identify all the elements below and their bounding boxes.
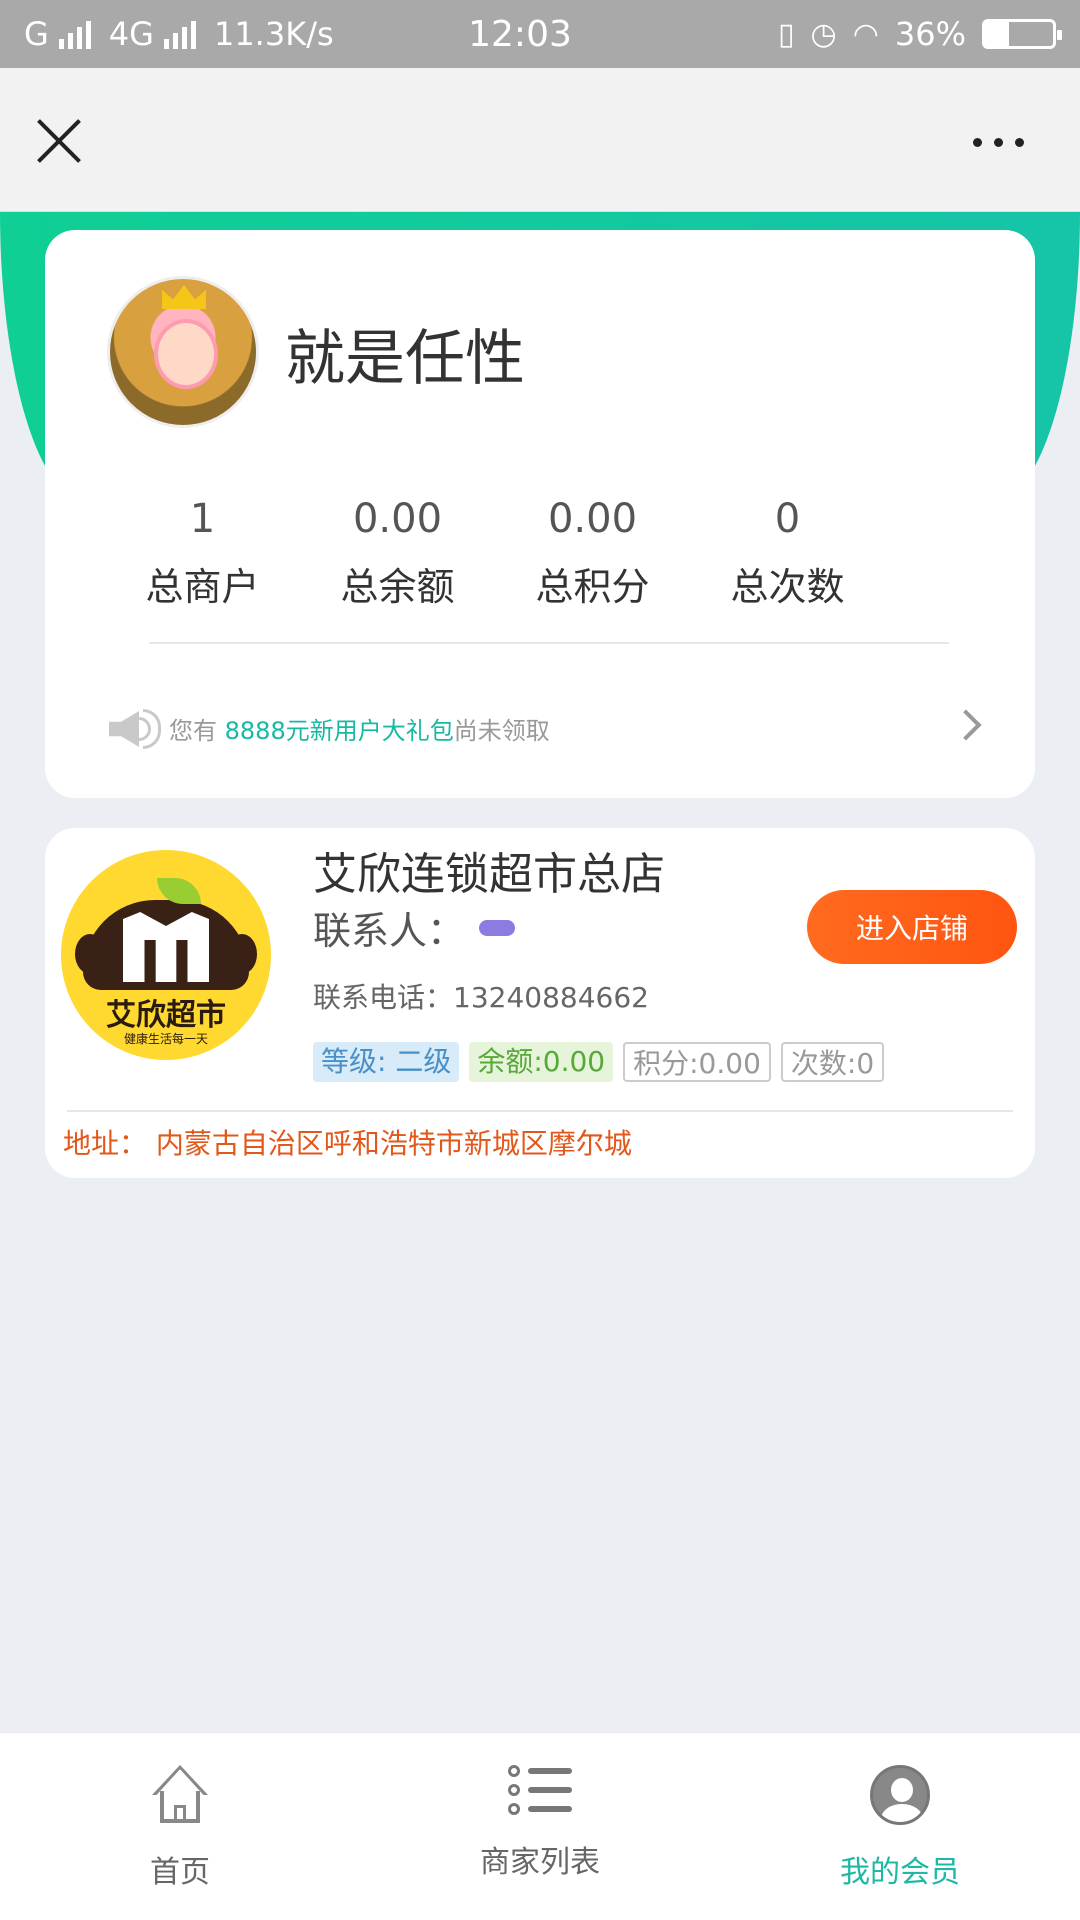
- stat-label: 总余额: [340, 565, 455, 609]
- wifi-icon: ◠: [852, 16, 879, 52]
- more-icon[interactable]: [973, 138, 1024, 147]
- member-tags: 等级: 二级 余额:0.00 积分:0.00 次数:0: [313, 1042, 885, 1082]
- shop-logo[interactable]: 艾欣超市 健康生活每一天: [61, 850, 271, 1060]
- alarm-icon: ◷: [810, 16, 837, 52]
- avatar[interactable]: [107, 276, 259, 428]
- shop-address: 地址： 内蒙古自治区呼和浩特市新城区摩尔城: [63, 1127, 632, 1160]
- bottom-tabbar: 首页 商家列表 我的会员: [0, 1732, 1080, 1920]
- home-icon: [150, 1765, 210, 1825]
- battery-level: 36%: [894, 15, 966, 53]
- speaker-icon: [107, 703, 163, 753]
- stat-value: 1: [189, 496, 216, 542]
- stat-count[interactable]: 0 总次数: [690, 492, 885, 611]
- stat-label: 总商户: [145, 565, 260, 609]
- network-type: 4G: [108, 15, 154, 53]
- notice-text: 您有 8888元新用户大礼包尚未领取: [169, 716, 550, 745]
- profile-card: 就是任性 1 总商户 0.00 总余额 0.00 总积分 0 总次数 您有 88…: [45, 230, 1035, 798]
- tab-label: 我的会员: [840, 1855, 960, 1890]
- divider: [149, 642, 949, 644]
- divider: [67, 1110, 1013, 1112]
- chevron-right-icon[interactable]: [950, 709, 982, 741]
- enter-shop-button[interactable]: 进入店铺: [807, 890, 1017, 964]
- tab-label: 首页: [150, 1855, 210, 1890]
- tab-merchant-list[interactable]: 商家列表: [360, 1733, 720, 1920]
- gift-highlight: 8888元新用户大礼包: [224, 716, 454, 745]
- level-tag: 等级: 二级: [313, 1042, 460, 1082]
- close-icon[interactable]: [36, 118, 82, 164]
- shop-card[interactable]: 艾欣超市 健康生活每一天 艾欣连锁超市总店 联系人： 联系电话：13240884…: [45, 828, 1035, 1178]
- stats-row: 1 总商户 0.00 总余额 0.00 总积分 0 总次数: [105, 492, 885, 611]
- tab-label: 商家列表: [480, 1845, 600, 1880]
- signal-icon-2: [163, 19, 196, 49]
- carrier-label: G: [24, 15, 49, 53]
- stat-points[interactable]: 0.00 总积分: [495, 492, 690, 611]
- stat-merchants[interactable]: 1 总商户: [105, 492, 300, 611]
- shop-name: 艾欣连锁超市总店: [313, 849, 665, 900]
- battery-icon: [982, 19, 1062, 49]
- contact-phone[interactable]: 联系电话：13240884662: [313, 976, 649, 1016]
- list-icon: [508, 1765, 572, 1815]
- tab-home[interactable]: 首页: [0, 1733, 360, 1920]
- tab-my-membership[interactable]: 我的会员: [720, 1733, 1080, 1920]
- stat-label: 总次数: [730, 565, 845, 609]
- status-bar: G 4G 11.3K/s 12:03 ▯ ◷ ◠ 36%: [0, 0, 1080, 68]
- contact-badge: [479, 919, 516, 936]
- signal-icon: [58, 19, 91, 49]
- stat-value: 0: [774, 496, 801, 542]
- points-tag: 积分:0.00: [623, 1042, 771, 1082]
- contact-person: 联系人：: [313, 900, 516, 955]
- vibrate-icon: ▯: [777, 16, 795, 52]
- username: 就是任性: [285, 324, 525, 394]
- stat-balance[interactable]: 0.00 总余额: [300, 492, 495, 611]
- stat-value: 0.00: [547, 496, 638, 542]
- clock: 12:03: [468, 13, 572, 55]
- balance-tag: 余额:0.00: [469, 1042, 614, 1082]
- stat-label: 总积分: [535, 565, 650, 609]
- top-navbar: [0, 68, 1080, 212]
- gift-notice[interactable]: 您有 8888元新用户大礼包尚未领取: [107, 698, 982, 758]
- member-icon: [870, 1765, 930, 1825]
- net-speed: 11.3K/s: [213, 15, 334, 53]
- stat-value: 0.00: [352, 496, 443, 542]
- count-tag: 次数:0: [780, 1042, 885, 1082]
